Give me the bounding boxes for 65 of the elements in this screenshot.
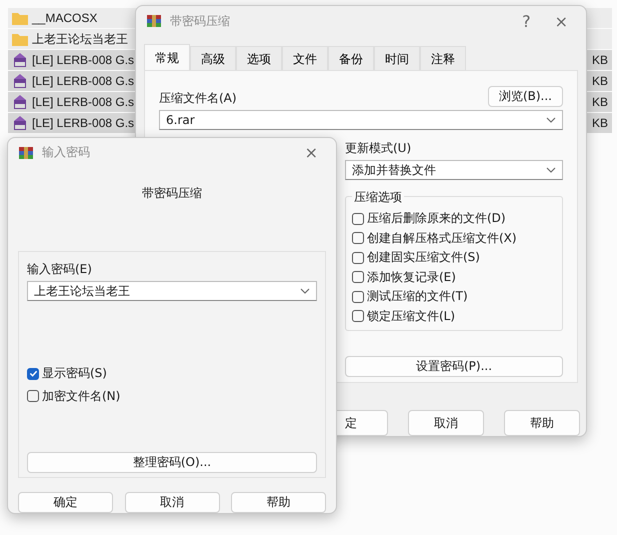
checkbox-label[interactable]: 创建固实压缩文件(S) — [367, 249, 480, 266]
help-button[interactable]: ? — [514, 12, 539, 30]
window-title: 输入密码 — [42, 144, 91, 162]
password-field[interactable]: 上老王论坛当老王 — [27, 281, 317, 302]
dialog-heading: 带密码压缩 — [141, 185, 203, 202]
file-name: [LE] LERB-008 G.s — [32, 53, 134, 67]
field-label: 输入密码(E) — [27, 261, 93, 278]
checkbox[interactable] — [352, 271, 364, 284]
dialog-button[interactable]: 取消 — [408, 410, 484, 436]
tab[interactable]: 常规 — [144, 44, 190, 70]
organize-passwords-button[interactable]: 整理密码(O)... — [27, 452, 317, 474]
tab[interactable]: 高级 — [190, 46, 236, 70]
set-password-button[interactable]: 设置密码(P)... — [345, 356, 563, 377]
file-name: __MACOSX — [32, 11, 98, 25]
tab[interactable]: 备份 — [328, 46, 374, 70]
checkbox-label[interactable]: 添加恢复记录(E) — [367, 268, 456, 286]
file-size: KB — [592, 74, 609, 88]
tab[interactable]: 选项 — [236, 46, 282, 70]
checkbox[interactable] — [352, 212, 364, 225]
checkbox[interactable] — [352, 252, 364, 264]
dialog-button[interactable]: 帮助 — [231, 492, 326, 513]
file-size: KB — [592, 95, 609, 109]
close-button[interactable]: × — [546, 12, 576, 30]
dialog-button[interactable]: 确定 — [18, 492, 113, 513]
stacked-books-icon — [18, 144, 34, 161]
chevron-down-icon — [300, 288, 310, 294]
checkbox[interactable] — [352, 290, 364, 303]
checkbox[interactable] — [27, 368, 39, 380]
update-mode-dropdown[interactable]: 添加并替换文件 — [345, 160, 563, 180]
checkbox[interactable] — [352, 310, 364, 322]
checkbox-label[interactable]: 压缩后删除原来的文件(D) — [367, 210, 506, 228]
checkbox-label[interactable]: 显示密码(S) — [42, 365, 107, 382]
checkbox-label[interactable]: 锁定压缩文件(L) — [367, 308, 456, 325]
browse-button[interactable]: 浏览(B)... — [488, 86, 563, 107]
tab[interactable]: 时间 — [374, 46, 420, 70]
folder-icon — [12, 32, 28, 46]
file-name: 上老王论坛当老王 — [32, 30, 128, 48]
file-name: [LE] LERB-008 G.s — [32, 95, 134, 109]
chevron-down-icon — [546, 117, 556, 123]
checkbox-label[interactable]: 创建自解压格式压缩文件(X) — [367, 230, 517, 247]
archive-icon — [12, 74, 28, 88]
stacked-books-icon — [146, 13, 162, 29]
archive-icon — [12, 53, 28, 67]
file-size: KB — [592, 116, 609, 130]
file-name: [LE] LERB-008 G.s — [32, 116, 134, 130]
chevron-down-icon — [546, 167, 556, 173]
file-size: KB — [592, 53, 609, 67]
checkbox-label[interactable]: 测试压缩的文件(T) — [367, 288, 468, 306]
archive-icon — [12, 95, 28, 109]
tab[interactable]: 注释 — [420, 46, 466, 70]
dialog-button[interactable]: 帮助 — [504, 410, 580, 436]
archive-icon — [12, 116, 28, 130]
field-label: 压缩文件名(A) — [159, 90, 237, 107]
folder-icon — [12, 11, 28, 25]
checkbox[interactable] — [27, 390, 39, 402]
checkbox[interactable] — [352, 232, 364, 244]
archive-name-field[interactable]: 6.rar — [159, 110, 563, 130]
field-label: 更新模式(U) — [345, 140, 412, 157]
close-button[interactable]: × — [296, 143, 326, 162]
file-name: [LE] LERB-008 G.s — [32, 74, 134, 88]
group-title: 压缩选项 — [352, 189, 404, 206]
tab[interactable]: 文件 — [282, 46, 328, 70]
checkbox-label[interactable]: 加密文件名(N) — [42, 388, 120, 405]
dialog-button[interactable]: 取消 — [124, 492, 220, 513]
window-title: 带密码压缩 — [170, 12, 231, 30]
